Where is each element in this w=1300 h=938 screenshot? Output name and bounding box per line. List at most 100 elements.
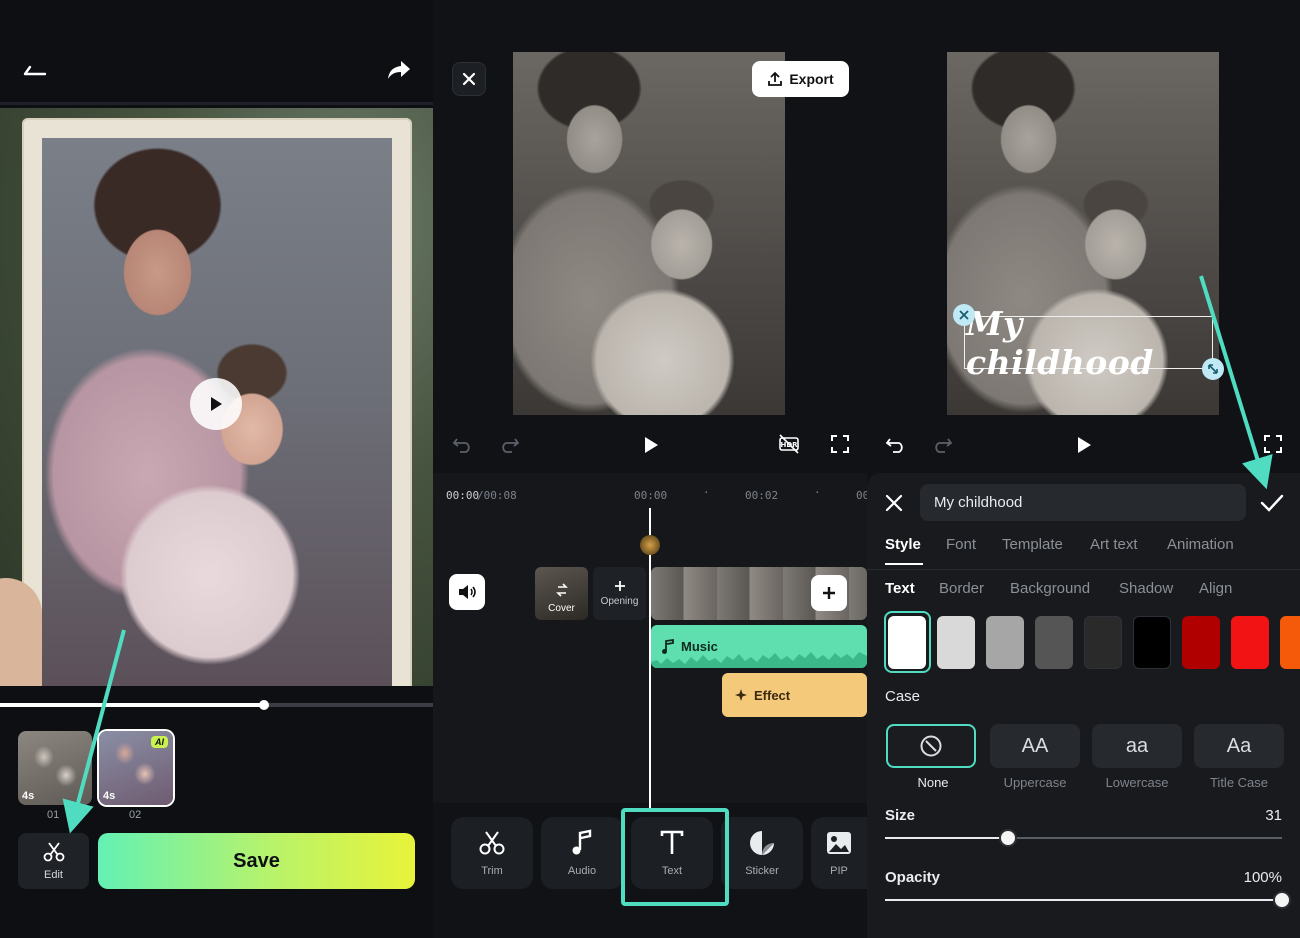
scissors-icon bbox=[43, 842, 64, 862]
tab-font[interactable]: Font bbox=[946, 536, 976, 553]
fullscreen-icon[interactable] bbox=[1260, 431, 1286, 457]
play-icon[interactable] bbox=[1071, 432, 1097, 458]
export-label: Export bbox=[789, 71, 834, 87]
hand-thumb bbox=[0, 578, 42, 686]
effect-star-icon bbox=[735, 689, 747, 701]
tool-pip[interactable]: PIP bbox=[811, 817, 867, 889]
close-icon[interactable] bbox=[882, 491, 906, 515]
case-label: Title Case bbox=[1209, 775, 1269, 790]
case-none-button[interactable] bbox=[886, 724, 976, 768]
music-track[interactable]: Music bbox=[651, 625, 867, 668]
playback-progress-bar[interactable] bbox=[0, 700, 433, 710]
subtab-align[interactable]: Align bbox=[1199, 580, 1232, 597]
color-swatch[interactable] bbox=[1035, 616, 1073, 669]
export-button[interactable]: Export bbox=[752, 61, 849, 97]
color-swatch[interactable] bbox=[937, 616, 975, 669]
none-icon bbox=[920, 735, 942, 757]
edit-button[interactable]: Edit bbox=[18, 833, 89, 889]
case-uppercase-button[interactable]: AA bbox=[990, 724, 1080, 768]
opacity-slider-knob[interactable] bbox=[1273, 891, 1291, 909]
cover-label: Cover bbox=[548, 603, 575, 614]
edit-preview-panel: 4s 01 AI 4s 02 Edit Save bbox=[0, 0, 433, 938]
undo-icon[interactable] bbox=[450, 432, 476, 456]
color-swatch[interactable] bbox=[1133, 616, 1171, 669]
text-overlay[interactable]: My childhood bbox=[966, 304, 1211, 382]
undo-icon[interactable] bbox=[883, 432, 909, 456]
tab-art-text[interactable]: Art text bbox=[1090, 536, 1138, 553]
color-swatch[interactable] bbox=[1084, 616, 1122, 669]
play-icon[interactable] bbox=[638, 432, 664, 458]
subtab-text[interactable]: Text bbox=[885, 580, 915, 597]
clip-thumbnail-02[interactable]: AI 4s bbox=[99, 731, 173, 805]
plus-icon bbox=[614, 581, 625, 591]
redo-icon[interactable] bbox=[496, 432, 522, 456]
case-titlecase-button[interactable]: Aa bbox=[1194, 724, 1284, 768]
case-label: Lowercase bbox=[1105, 775, 1169, 790]
edit-label: Edit bbox=[44, 869, 63, 881]
mute-button[interactable] bbox=[449, 574, 485, 610]
clip-thumbnail-01[interactable]: 4s bbox=[18, 731, 92, 805]
resize-handle[interactable] bbox=[1202, 358, 1224, 380]
cover-button[interactable]: Cover bbox=[535, 567, 588, 620]
pip-image-icon bbox=[827, 832, 851, 854]
opacity-slider-fill bbox=[885, 899, 1282, 901]
color-swatch[interactable] bbox=[1280, 616, 1300, 669]
close-button[interactable] bbox=[452, 62, 486, 96]
tool-label: PIP bbox=[830, 865, 848, 877]
case-lowercase-button[interactable]: aa bbox=[1092, 724, 1182, 768]
save-button[interactable]: Save bbox=[98, 833, 415, 889]
redo-icon[interactable] bbox=[929, 432, 955, 456]
tool-label: Sticker bbox=[745, 865, 779, 877]
opacity-label: Opacity bbox=[885, 869, 941, 886]
top-bar bbox=[0, 0, 433, 105]
effect-label: Effect bbox=[754, 687, 791, 703]
size-label: Size bbox=[885, 807, 916, 824]
size-value: 31 bbox=[1265, 807, 1282, 824]
progress-fill bbox=[0, 703, 265, 707]
tab-animation[interactable]: Animation bbox=[1167, 536, 1234, 553]
active-tab-indicator bbox=[885, 563, 923, 565]
video-preview bbox=[513, 52, 785, 415]
clip-number: 01 bbox=[47, 809, 60, 821]
tool-audio[interactable]: Audio bbox=[541, 817, 623, 889]
share-icon[interactable] bbox=[382, 55, 416, 85]
clip-number: 02 bbox=[129, 809, 142, 821]
color-swatch[interactable] bbox=[1231, 616, 1269, 669]
opacity-value: 100% bbox=[1243, 869, 1282, 886]
fullscreen-icon[interactable] bbox=[827, 431, 853, 457]
close-icon bbox=[462, 72, 476, 86]
case-label: Uppercase bbox=[1003, 775, 1067, 790]
tab-style[interactable]: Style bbox=[885, 536, 921, 553]
upload-icon bbox=[768, 71, 783, 86]
ruler-dot: · bbox=[703, 486, 710, 499]
back-icon[interactable] bbox=[18, 55, 52, 85]
text-tool-highlight bbox=[621, 808, 729, 906]
subtab-border[interactable]: Border bbox=[939, 580, 984, 597]
delete-text-handle[interactable] bbox=[953, 304, 975, 326]
ruler-dot: · bbox=[814, 486, 821, 499]
opening-button[interactable]: Opening bbox=[593, 567, 646, 620]
hdr-off-icon[interactable]: HDR bbox=[776, 431, 802, 457]
swap-icon bbox=[555, 583, 568, 597]
tool-trim[interactable]: Trim bbox=[451, 817, 533, 889]
size-slider-fill bbox=[885, 837, 1009, 839]
scissors-icon bbox=[479, 831, 505, 855]
text-input[interactable]: My childhood bbox=[920, 484, 1246, 521]
confirm-check-icon[interactable] bbox=[1259, 491, 1285, 515]
add-clip-button[interactable] bbox=[811, 575, 847, 611]
ruler-tick: 00:00 bbox=[634, 489, 668, 502]
subtab-shadow[interactable]: Shadow bbox=[1119, 580, 1173, 597]
tab-template[interactable]: Template bbox=[1002, 536, 1063, 553]
color-swatch[interactable] bbox=[986, 616, 1024, 669]
color-swatch[interactable] bbox=[1182, 616, 1220, 669]
tool-sticker[interactable]: Sticker bbox=[721, 817, 803, 889]
music-note-icon bbox=[572, 829, 592, 855]
play-button[interactable] bbox=[190, 378, 242, 430]
subtab-background[interactable]: Background bbox=[1010, 580, 1090, 597]
sticker-icon bbox=[750, 831, 774, 855]
close-icon bbox=[959, 310, 969, 320]
effect-track[interactable]: Effect bbox=[722, 673, 867, 717]
size-slider-knob[interactable] bbox=[999, 829, 1018, 847]
progress-knob[interactable] bbox=[259, 700, 270, 710]
selected-swatch-ring bbox=[884, 611, 931, 673]
